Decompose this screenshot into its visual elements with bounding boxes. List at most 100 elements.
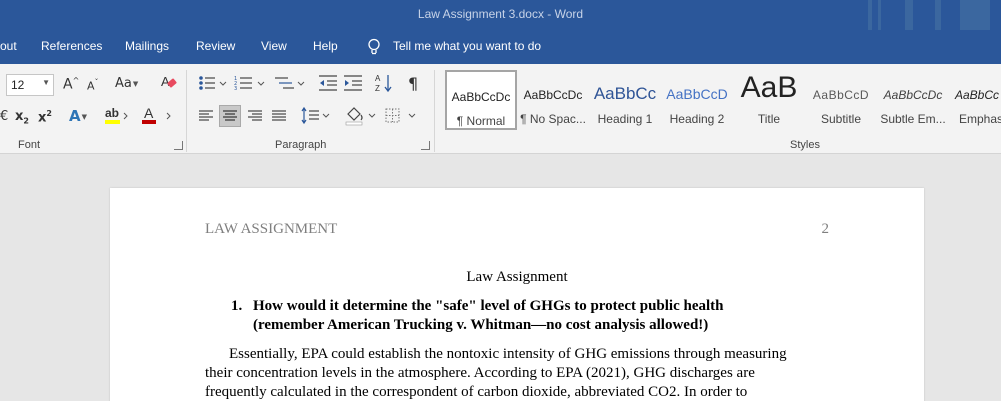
pilcrow-icon: ¶ — [408, 74, 419, 93]
tab-references[interactable]: References — [41, 39, 102, 53]
svg-text:A: A — [161, 74, 170, 89]
clear-formatting-button[interactable]: A — [160, 73, 178, 94]
style-subtle-emphasis[interactable]: AaBbCcDc Subtle Em... — [877, 70, 949, 130]
question-line: (remember American Trucking v. Whitman—n… — [253, 317, 709, 333]
font-dialog-launcher[interactable] — [174, 141, 183, 150]
text-effects-button[interactable]: A▼ — [69, 107, 87, 125]
show-formatting-marks-button[interactable]: ¶ — [408, 74, 418, 93]
decrease-indent-button[interactable] — [318, 74, 338, 95]
subscript-mark: 2 — [23, 116, 29, 126]
style-subtitle[interactable]: AaBbCcD Subtitle — [805, 70, 877, 130]
highlighter-icon: ab — [105, 106, 128, 124]
document-page[interactable]: LAW ASSIGNMENT 2 Law Assignment 1. How w… — [110, 188, 924, 401]
align-right-icon — [248, 110, 262, 121]
chevron-down-icon: ▼ — [81, 112, 87, 121]
group-separator — [186, 70, 187, 152]
bullet-list-icon — [199, 76, 227, 90]
paragraph-dialog-launcher[interactable] — [421, 141, 430, 150]
outdent-icon — [319, 75, 337, 91]
paint-bucket-icon — [345, 107, 376, 126]
style-sample: AaBbCcD — [812, 88, 870, 102]
align-left-button[interactable] — [197, 107, 215, 128]
tab-layout[interactable]: out — [0, 39, 17, 53]
multilevel-list-button[interactable] — [274, 74, 306, 95]
svg-text:A: A — [375, 74, 381, 83]
tab-help[interactable]: Help — [313, 39, 338, 53]
sort-az-icon: A Z — [375, 74, 392, 93]
increase-indent-button[interactable] — [343, 74, 363, 95]
align-center-icon — [223, 110, 237, 121]
group-separator — [434, 70, 435, 152]
chevron-down-icon: ▼ — [42, 78, 50, 87]
style-normal[interactable]: AaBbCcDc ¶ Normal — [445, 70, 517, 130]
svg-text:3: 3 — [234, 86, 237, 92]
svg-text:Z: Z — [375, 84, 380, 93]
style-no-spacing[interactable]: AaBbCcDc ¶ No Spac... — [517, 70, 589, 130]
font-size-select[interactable]: 12 ▼ — [6, 74, 54, 96]
bullets-button[interactable] — [198, 74, 228, 95]
align-left-icon — [199, 110, 213, 121]
style-sample: AaBbCcDc — [883, 88, 943, 102]
caret-down-icon: ˇ — [94, 78, 99, 87]
shrink-font-label: A — [87, 79, 95, 93]
sort-button[interactable]: A Z — [375, 73, 393, 96]
highlight-swatch — [105, 120, 120, 124]
style-sample: AaBbCcDc — [523, 88, 583, 102]
font-size-value: 12 — [11, 78, 25, 92]
justify-icon — [272, 110, 286, 121]
strikethrough-partial-icon[interactable]: € — [0, 109, 8, 124]
text-effects-label: A — [69, 107, 81, 125]
align-right-button[interactable] — [246, 107, 264, 128]
svg-text:ab: ab — [105, 106, 119, 120]
indent-icon — [344, 75, 362, 91]
style-heading-1[interactable]: AaBbCc Heading 1 — [589, 70, 661, 130]
question-number: 1. — [231, 298, 243, 314]
superscript-button[interactable]: x2 — [38, 109, 52, 125]
style-sample: AaBbCc — [955, 88, 1000, 102]
style-sample: AaB — [740, 71, 798, 104]
grow-font-label: A — [63, 76, 73, 93]
numbering-button[interactable]: 1 2 3 — [234, 74, 266, 95]
shrink-font-button[interactable]: Aˇ — [87, 78, 99, 93]
subscript-button[interactable]: x2 — [15, 109, 29, 126]
style-sample: AaBbCcD — [666, 86, 728, 102]
caret-up-icon: ^ — [72, 76, 80, 85]
numbered-list-icon: 1 2 3 — [234, 76, 265, 92]
tell-me-label: Tell me what you want to do — [393, 39, 542, 53]
font-color-swatch — [142, 120, 156, 124]
style-heading-2[interactable]: AaBbCcD Heading 2 — [661, 70, 733, 130]
grow-font-button[interactable]: A^ — [63, 76, 79, 93]
style-name: ¶ Normal — [456, 114, 506, 128]
ribbon-tabs: out References Mailings Review View Help… — [0, 30, 1001, 64]
style-name: ¶ No Spac... — [520, 112, 586, 126]
style-emphasis[interactable]: AaBbCc Emphas — [949, 70, 1001, 130]
font-color-button[interactable]: A — [140, 105, 174, 128]
shading-button[interactable] — [344, 106, 378, 129]
change-case-button[interactable]: Aa▼ — [115, 76, 138, 91]
style-name: Subtle Em... — [880, 112, 946, 126]
window-title: Law Assignment 3.docx - Word — [417, 7, 584, 21]
eraser-icon: A — [161, 74, 177, 89]
align-center-button[interactable] — [219, 105, 241, 127]
borders-button[interactable] — [384, 106, 418, 129]
highlight-color-button[interactable]: ab — [104, 105, 130, 128]
paragraph-line: frequently calculated in the corresponde… — [205, 384, 748, 400]
page-number: 2 — [821, 221, 830, 237]
document-title: Law Assignment — [466, 269, 568, 285]
superscript-mark: 2 — [46, 109, 52, 118]
style-sample: AaBbCcDc — [451, 90, 511, 104]
font-group-label: Font — [18, 139, 41, 151]
tab-mailings[interactable]: Mailings — [125, 39, 169, 53]
borders-icon — [385, 108, 416, 123]
line-spacing-button[interactable] — [301, 106, 331, 129]
chevron-down-icon: ▼ — [132, 79, 139, 88]
ribbon: 12 ▼ A^ Aˇ Aa▼ A € x2 x2 A▼ ab A Font 1 … — [0, 64, 1001, 154]
tab-review[interactable]: Review — [196, 39, 235, 53]
paragraph-group-label: Paragraph — [275, 139, 327, 151]
justify-button[interactable] — [270, 107, 288, 128]
styles-group-label: Styles — [790, 139, 820, 151]
question-line: How would it determine the "safe" level … — [253, 298, 724, 314]
line-spacing-icon — [301, 106, 330, 125]
style-title[interactable]: AaB Title — [733, 70, 805, 130]
tab-view[interactable]: View — [261, 39, 287, 53]
